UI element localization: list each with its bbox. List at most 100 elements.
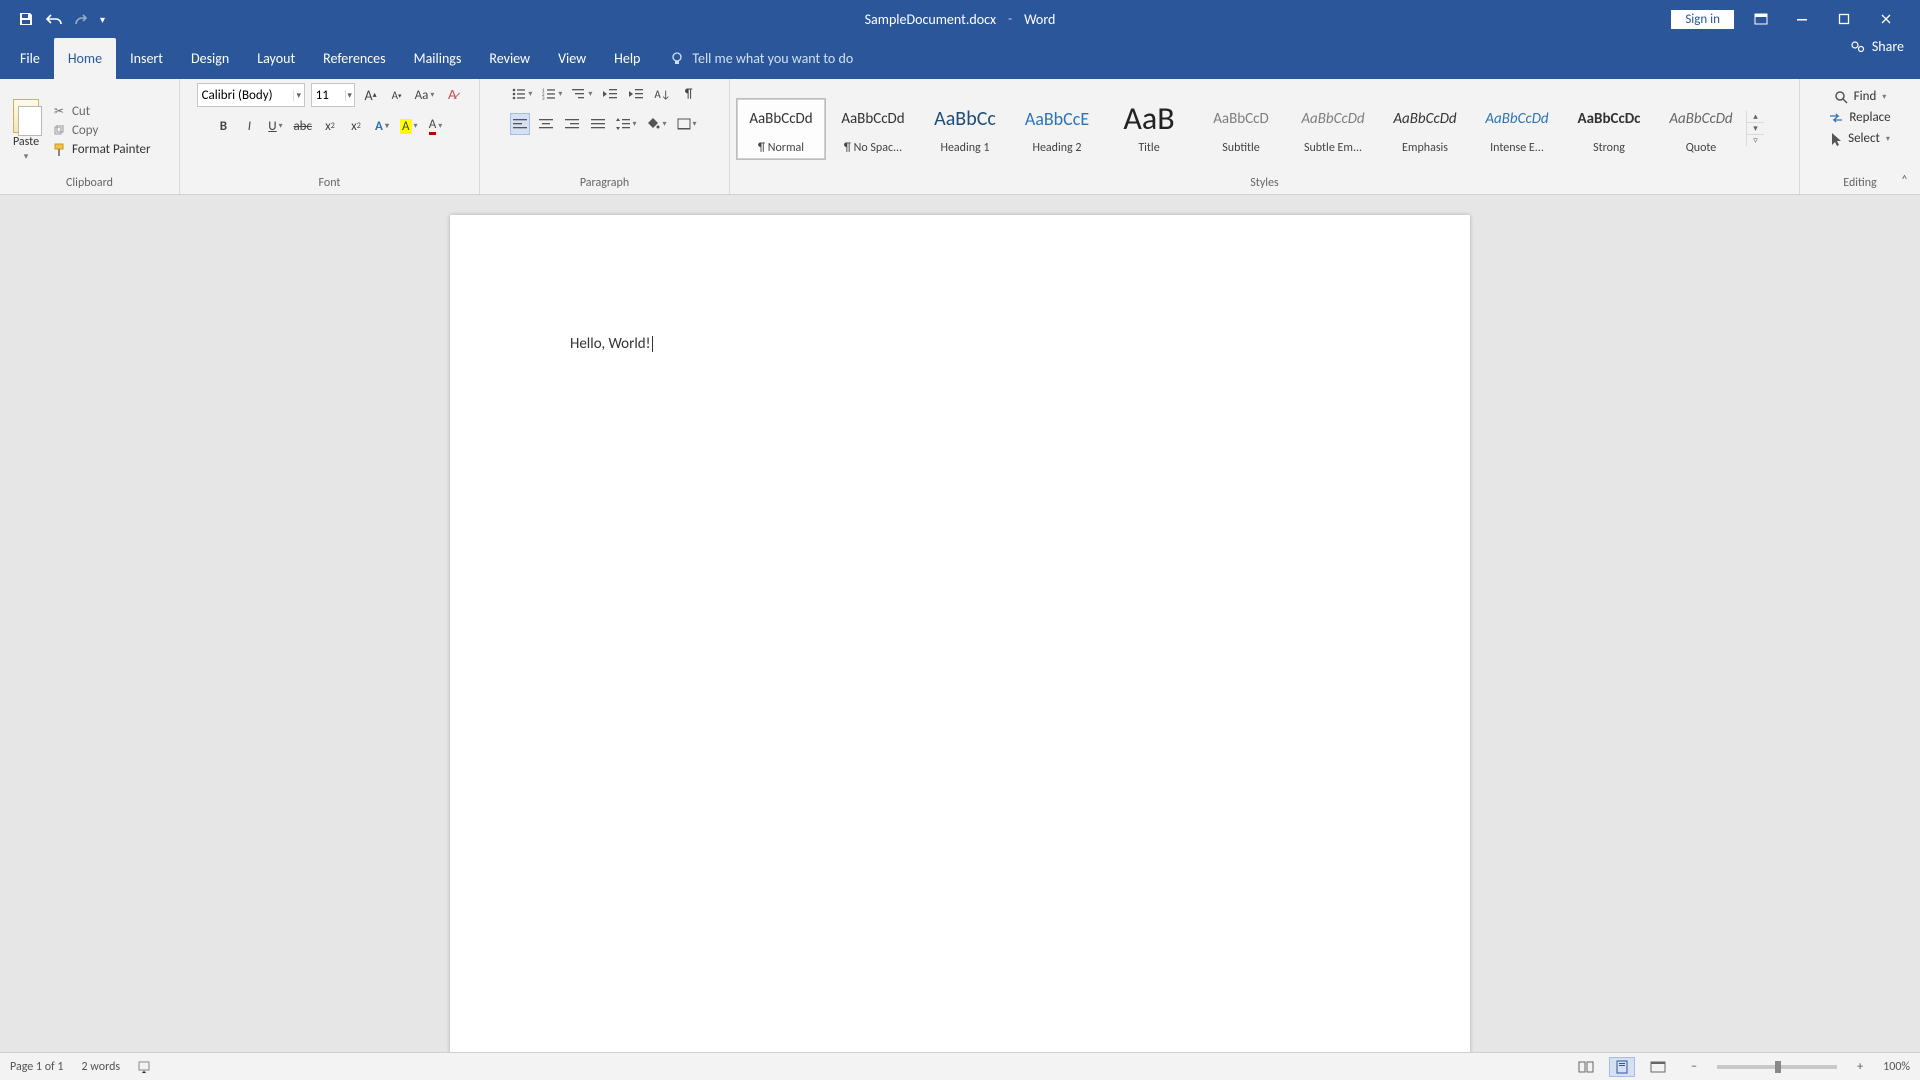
document-text[interactable]: Hello, World!: [570, 335, 1350, 353]
sign-in-button[interactable]: Sign in: [1671, 10, 1734, 29]
chevron-down-icon[interactable]: ▾: [1886, 134, 1890, 144]
tab-help[interactable]: Help: [600, 38, 654, 79]
gallery-down-icon[interactable]: ▾: [1747, 123, 1764, 135]
format-painter-icon: [52, 143, 66, 157]
gallery-more-icon[interactable]: ▿: [1747, 135, 1764, 146]
maximize-icon[interactable]: [1838, 13, 1860, 25]
grow-font-button[interactable]: A▴: [361, 84, 381, 106]
font-name-combo[interactable]: ▾: [197, 83, 305, 107]
style-item[interactable]: AaBbCcHeading 1: [920, 98, 1010, 160]
align-center-button[interactable]: [536, 113, 556, 135]
chevron-down-icon[interactable]: ▾: [1882, 92, 1886, 102]
ribbon-display-options-icon[interactable]: [1754, 13, 1776, 25]
style-item[interactable]: AaBTitle: [1104, 98, 1194, 160]
zoom-value[interactable]: 100%: [1883, 1060, 1910, 1074]
zoom-slider-knob[interactable]: [1775, 1061, 1781, 1073]
chevron-down-icon[interactable]: ▾: [345, 90, 354, 101]
copy-button[interactable]: Copy: [52, 123, 151, 138]
undo-icon[interactable]: [44, 12, 64, 26]
web-layout-button[interactable]: [1645, 1057, 1671, 1077]
tab-file[interactable]: File: [6, 38, 54, 79]
tab-view[interactable]: View: [544, 38, 600, 79]
chevron-down-icon[interactable]: ▾: [24, 151, 29, 162]
bold-button[interactable]: B: [213, 115, 233, 137]
line-spacing-button[interactable]: [614, 113, 638, 135]
print-layout-button[interactable]: [1609, 1057, 1635, 1077]
style-name: Strong: [1593, 141, 1625, 155]
show-marks-button[interactable]: ¶: [679, 83, 699, 105]
strikethrough-button[interactable]: abc: [291, 115, 314, 137]
tell-me-input[interactable]: [692, 50, 892, 67]
clear-formatting-button[interactable]: A̷: [442, 84, 462, 106]
font-name-input[interactable]: [198, 88, 293, 103]
zoom-out-button[interactable]: −: [1681, 1057, 1707, 1077]
sort-button[interactable]: A↓: [652, 83, 672, 105]
zoom-in-button[interactable]: +: [1847, 1057, 1873, 1077]
spellcheck-icon[interactable]: [138, 1060, 154, 1074]
word-count[interactable]: 2 words: [82, 1060, 121, 1074]
style-item[interactable]: AaBbCcDSubtitle: [1196, 98, 1286, 160]
redo-icon[interactable]: [74, 12, 90, 26]
tab-review[interactable]: Review: [475, 38, 544, 79]
select-button[interactable]: Select ▾: [1830, 131, 1890, 146]
document-area[interactable]: Hello, World!: [0, 195, 1920, 1052]
chevron-down-icon[interactable]: ▾: [293, 90, 304, 101]
font-size-combo[interactable]: ▾: [311, 83, 355, 107]
find-button[interactable]: Find ▾: [1834, 89, 1887, 104]
tab-layout[interactable]: Layout: [243, 38, 309, 79]
increase-indent-button[interactable]: [626, 83, 646, 105]
tab-references[interactable]: References: [309, 38, 399, 79]
style-item[interactable]: AaBbCcDd¶ No Spac...: [828, 98, 918, 160]
replace-button[interactable]: Replace: [1829, 110, 1890, 125]
style-item[interactable]: AaBbCcEHeading 2: [1012, 98, 1102, 160]
font-color-button[interactable]: A: [426, 115, 446, 137]
underline-button[interactable]: U: [265, 115, 285, 137]
justify-button[interactable]: [588, 113, 608, 135]
tell-me-search[interactable]: [670, 38, 892, 79]
collapse-ribbon-icon[interactable]: ˄: [1901, 173, 1908, 188]
align-right-button[interactable]: [562, 113, 582, 135]
bullets-button[interactable]: [510, 83, 534, 105]
numbering-button[interactable]: 123: [540, 83, 564, 105]
tab-mailings[interactable]: Mailings: [400, 38, 476, 79]
gallery-up-icon[interactable]: ▴: [1747, 111, 1764, 123]
style-item[interactable]: AaBbCcDd¶ Normal: [736, 98, 826, 160]
qat-dropdown-icon[interactable]: ▾: [100, 13, 105, 26]
paste-icon: [13, 99, 39, 133]
style-item[interactable]: AaBbCcDdEmphasis: [1380, 98, 1470, 160]
align-left-button[interactable]: [510, 113, 530, 135]
tab-home[interactable]: Home: [54, 38, 116, 79]
italic-button[interactable]: I: [239, 115, 259, 137]
tab-insert[interactable]: Insert: [116, 38, 177, 79]
paste-button[interactable]: Paste ▾: [6, 95, 46, 162]
decrease-indent-button[interactable]: [600, 83, 620, 105]
read-mode-button[interactable]: [1573, 1057, 1599, 1077]
page[interactable]: Hello, World!: [450, 215, 1470, 1052]
style-item[interactable]: AaBbCcDcStrong: [1564, 98, 1654, 160]
minimize-icon[interactable]: [1796, 13, 1818, 25]
superscript-button[interactable]: x2: [346, 115, 366, 137]
zoom-slider[interactable]: [1717, 1065, 1837, 1069]
change-case-button[interactable]: Aa: [413, 84, 437, 106]
tab-design[interactable]: Design: [177, 38, 243, 79]
borders-button[interactable]: [675, 113, 699, 135]
highlight-button[interactable]: A: [398, 115, 420, 137]
share-button[interactable]: Share: [1850, 38, 1904, 55]
page-status[interactable]: Page 1 of 1: [10, 1060, 64, 1074]
shading-button[interactable]: [644, 113, 668, 135]
cut-button[interactable]: ✂ Cut: [52, 104, 151, 119]
style-item[interactable]: AaBbCcDdQuote: [1656, 98, 1746, 160]
app-name: Word: [1024, 11, 1055, 28]
style-item[interactable]: AaBbCcDdSubtle Em...: [1288, 98, 1378, 160]
close-icon[interactable]: [1880, 13, 1902, 25]
ribbon-tabs: File Home Insert Design Layout Reference…: [0, 38, 1920, 79]
format-painter-button[interactable]: Format Painter: [52, 142, 151, 157]
font-size-input[interactable]: [312, 88, 345, 103]
title-bar: ▾ SampleDocument.docx - Word Sign in: [0, 0, 1920, 38]
multilevel-list-button[interactable]: [570, 83, 594, 105]
text-effects-button[interactable]: A: [372, 115, 392, 137]
subscript-button[interactable]: x2: [320, 115, 340, 137]
style-item[interactable]: AaBbCcDdIntense E...: [1472, 98, 1562, 160]
save-icon[interactable]: [18, 11, 34, 27]
shrink-font-button[interactable]: A▾: [387, 84, 407, 106]
